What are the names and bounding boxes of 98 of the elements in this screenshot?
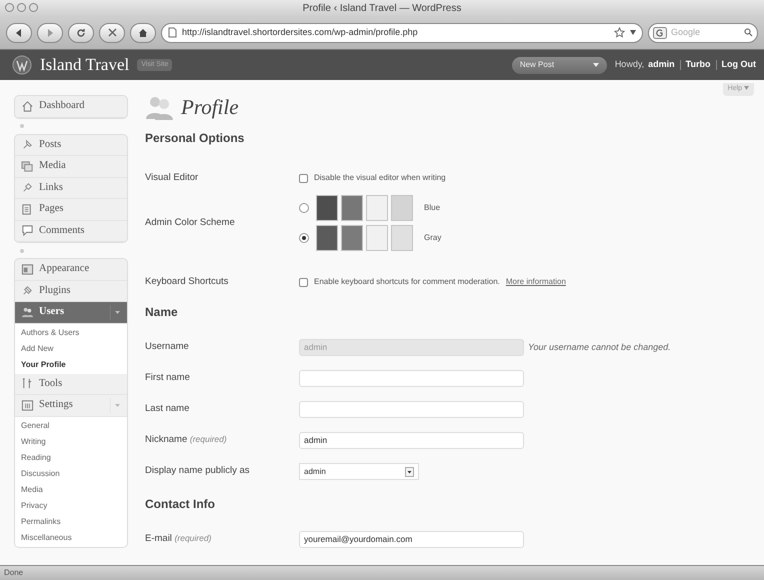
color-swatch [341,195,363,221]
color-swatch [366,195,388,221]
menu-item[interactable]: Pages [15,199,127,220]
page-icon [168,27,177,38]
section-title: Contact Info [145,496,215,513]
window-icon [21,262,34,276]
submenu-item[interactable]: Add New [15,340,127,356]
site-title: Island Travel [40,54,130,76]
field-label: Username [145,340,190,354]
menu-item[interactable]: Dashboard [15,96,127,118]
menu-item[interactable]: Comments [15,220,127,242]
color-swatch [316,195,338,221]
field-label: E-mail (required) [145,532,212,546]
submenu-item[interactable]: Discussion [15,466,127,482]
tools-icon [21,377,34,390]
radio-button[interactable] [299,233,309,243]
user-link[interactable]: admin [648,58,675,72]
menu-item[interactable]: Tools [15,374,127,395]
forward-arrow-icon [46,28,54,36]
color-swatch [316,225,338,251]
window-title: Profile ‹ Island Travel — WordPress [302,2,462,16]
menu-item[interactable]: Media [15,156,127,178]
stop-icon [108,28,116,37]
house-icon [21,100,34,113]
radio-button[interactable] [299,203,309,213]
submenu-item[interactable]: Media [15,482,127,498]
submenu-item[interactable]: Your Profile [15,356,127,372]
field-label: First name [145,371,191,386]
color-swatch [341,225,363,251]
more-information-link[interactable]: More information [506,276,566,288]
submenu-item[interactable]: Reading [15,450,127,466]
reload-icon [76,28,86,38]
logo-icon[interactable] [12,55,32,75]
separator-icon [20,124,24,128]
close-icon[interactable] [5,3,14,12]
engine-icon[interactable] [653,26,667,38]
stop-button[interactable] [99,22,125,42]
menu-item[interactable]: Users [15,302,127,324]
photos-icon [21,160,34,173]
submenu-item[interactable]: Writing [15,434,127,450]
plug-icon [21,284,34,298]
forward-button[interactable] [37,22,63,42]
field-label: Nickname (required) [145,433,228,448]
people-icon [21,306,34,319]
address-field[interactable]: http://islandtravel.shortordersites.com/wp-admin/profile.php [161,22,643,42]
header-link[interactable]: Turbo [686,58,710,72]
field-note: Your username cannot be changed. [528,340,671,354]
menu-item[interactable]: Posts [15,134,127,156]
text-field[interactable] [299,370,524,387]
section-title: Name [145,304,178,321]
grid-icon [21,398,34,412]
field-label: Admin Color Scheme [145,216,236,230]
home-icon [138,28,148,38]
scheme-name: Blue [424,202,440,214]
text-field[interactable]: admin [299,432,524,449]
minimize-icon[interactable] [17,3,26,12]
star-icon[interactable] [614,27,625,38]
submenu-item[interactable]: General [15,418,127,434]
checkbox-label: Disable the visual editor when writing [314,172,446,184]
submenu-item[interactable]: Miscellaneous [15,530,127,546]
greeting-text: Howdy, [614,58,644,72]
checkbox-label: Enable keyboard shortcuts for comment moderation. [314,276,500,288]
color-swatch [391,225,413,251]
reload-button[interactable] [68,22,94,42]
back-arrow-icon [15,28,23,36]
header-link[interactable]: Log Out [722,58,756,72]
checkbox[interactable] [299,278,308,286]
caret-icon[interactable] [630,30,636,35]
text-field[interactable] [299,401,524,418]
speech-icon [21,224,34,238]
field-label: Last name [145,402,190,416]
zoom-icon[interactable] [29,3,38,12]
home-button[interactable] [130,22,156,42]
menu-item[interactable]: Links [15,178,127,199]
people-icon [145,95,175,121]
back-button[interactable] [6,22,32,42]
text-field[interactable]: youremail@yourdomain.com [299,531,524,548]
pin-icon [21,138,34,152]
field-label: Keyboard Shortcuts [145,274,230,289]
field-label: Display name publicly as [145,464,251,478]
search-icon[interactable] [744,28,753,37]
new-post-button[interactable]: New Post [512,56,607,74]
checkbox[interactable] [299,174,308,182]
page-title: Profile [181,94,239,122]
color-swatch [366,225,388,251]
caret-icon[interactable] [405,466,414,476]
link-icon [21,181,34,194]
menu-item[interactable]: Appearance [15,259,127,280]
section-title: Personal Options [145,130,244,147]
select-field[interactable]: admin [299,463,419,480]
submenu-item[interactable]: Privacy [15,498,127,514]
status-text: Done [4,567,24,579]
separator-icon [20,248,24,252]
color-swatch [391,195,413,221]
submenu-item[interactable]: Permalinks [15,514,127,530]
field-label: Visual Editor [145,170,200,185]
scheme-name: Gray [424,232,442,244]
submenu-item[interactable]: Authors & Users [15,324,127,340]
